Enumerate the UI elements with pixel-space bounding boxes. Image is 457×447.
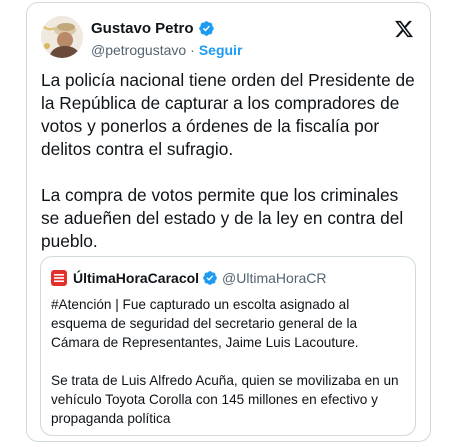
quoted-tweet[interactable]: ÚltimaHoraCaracol @UltimaHoraCR #Atenció… bbox=[40, 256, 416, 436]
quoted-display-name[interactable]: ÚltimaHoraCaracol bbox=[73, 270, 199, 286]
separator-dot: · bbox=[190, 42, 195, 58]
tweet-header: Gustavo Petro @petrogustavo · Seguir bbox=[41, 15, 416, 63]
x-logo-icon[interactable] bbox=[394, 19, 414, 39]
quoted-tweet-header: ÚltimaHoraCaracol @UltimaHoraCR bbox=[51, 269, 327, 287]
author-avatar[interactable] bbox=[41, 16, 83, 58]
verified-badge-icon bbox=[198, 20, 215, 37]
tweet-text: La policía nacional tiene orden del Pres… bbox=[41, 69, 421, 276]
tweet-card[interactable]: Gustavo Petro @petrogustavo · Seguir La bbox=[26, 2, 431, 442]
follow-button[interactable]: Seguir bbox=[199, 42, 243, 58]
author-handle[interactable]: @petrogustavo bbox=[91, 42, 186, 58]
tweet-paragraph: La policía nacional tiene orden del Pres… bbox=[41, 70, 415, 159]
quoted-paragraph: Se trata de Luis Alfredo Acuña, quien se… bbox=[51, 373, 399, 426]
author-display-name[interactable]: Gustavo Petro bbox=[91, 20, 194, 37]
quoted-handle[interactable]: @UltimaHoraCR bbox=[222, 270, 326, 286]
ultimahora-logo-icon[interactable] bbox=[51, 270, 67, 286]
quoted-paragraph: #Atención | Fue capturado un escolta asi… bbox=[51, 297, 359, 350]
verified-badge-icon bbox=[202, 270, 218, 286]
tweet-paragraph: La compra de votos permite que los crimi… bbox=[41, 185, 404, 251]
author-names: Gustavo Petro @petrogustavo · Seguir bbox=[91, 18, 242, 59]
quoted-tweet-text: #Atención | Fue capturado un escolta asi… bbox=[51, 295, 407, 447]
